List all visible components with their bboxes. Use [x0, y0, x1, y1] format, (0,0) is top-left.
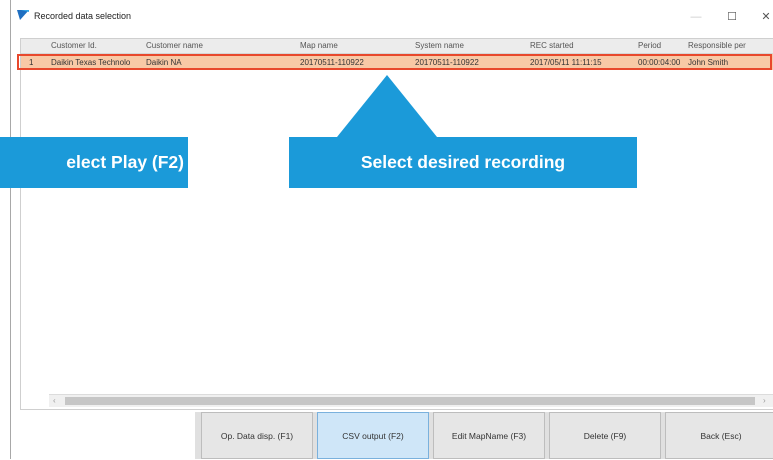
header-system-name[interactable]: System name: [415, 41, 464, 50]
header-rec-started[interactable]: REC started: [530, 41, 574, 50]
csv-output-button[interactable]: CSV output (F2): [317, 412, 429, 459]
title-bar: Recorded data selection — ☐ ✕: [11, 0, 773, 34]
app-logo-icon: [17, 10, 29, 20]
horizontal-scrollbar[interactable]: ‹ ›: [49, 394, 773, 407]
back-button[interactable]: Back (Esc): [665, 412, 773, 459]
callout-arrow-icon: [337, 75, 437, 137]
close-button[interactable]: ✕: [751, 8, 773, 26]
table-header: Customer Id. Customer name Map name Syst…: [21, 39, 773, 54]
window-title: Recorded data selection: [34, 11, 132, 21]
op-data-disp-button[interactable]: Op. Data disp. (F1): [201, 412, 313, 459]
maximize-button[interactable]: ☐: [717, 8, 747, 26]
header-customer-id[interactable]: Customer Id.: [51, 41, 97, 50]
callout-select-recording: Select desired recording: [289, 137, 637, 188]
scroll-right-icon[interactable]: ›: [763, 395, 766, 407]
scrollbar-thumb[interactable]: [65, 397, 755, 405]
header-map-name[interactable]: Map name: [300, 41, 338, 50]
selected-row-highlight: [17, 54, 772, 70]
callout-select-play: elect Play (F2): [0, 137, 188, 188]
header-responsible[interactable]: Responsible per: [688, 41, 746, 50]
header-period[interactable]: Period: [638, 41, 661, 50]
scroll-left-icon[interactable]: ‹: [53, 395, 56, 407]
edit-mapname-button[interactable]: Edit MapName (F3): [433, 412, 545, 459]
delete-button[interactable]: Delete (F9): [549, 412, 661, 459]
header-customer-name[interactable]: Customer name: [146, 41, 203, 50]
minimize-button[interactable]: —: [681, 8, 711, 26]
button-bar: Op. Data disp. (F1) CSV output (F2) Edit…: [195, 412, 773, 459]
